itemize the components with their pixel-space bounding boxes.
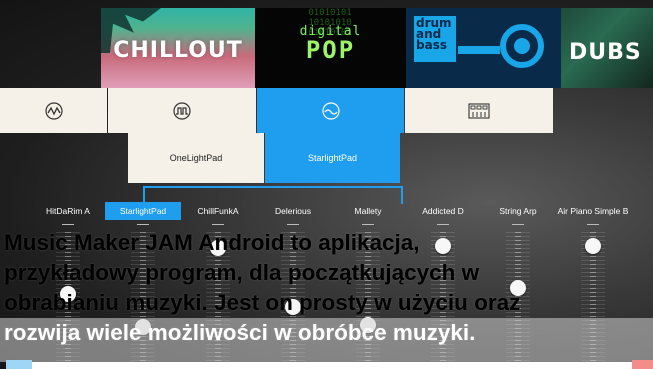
caption-text: Music Maker JAM Android to aplikacja, pr… bbox=[4, 228, 649, 348]
track-mute-dash bbox=[287, 224, 299, 225]
sound-option-row: OneLightPad StarlightPad bbox=[0, 133, 653, 183]
track-label[interactable]: Mallety bbox=[328, 206, 408, 216]
track-mute-dash bbox=[512, 224, 524, 225]
genre-card-dubstep[interactable]: DUBS bbox=[561, 8, 653, 88]
track-label[interactable]: ChillFunkA bbox=[178, 206, 258, 216]
track-mute-dash bbox=[437, 224, 449, 225]
instrument-tile-drums[interactable] bbox=[0, 88, 107, 133]
track-label[interactable]: Air Piano Simple B bbox=[553, 206, 633, 216]
genre-card-drum-and-bass[interactable]: drum and bass bbox=[406, 8, 561, 88]
track-mute-dash bbox=[62, 224, 74, 225]
genre-title: CHILLOUT bbox=[113, 38, 243, 63]
bottom-bar bbox=[32, 362, 632, 369]
track-mute-dash bbox=[362, 224, 374, 225]
track-label[interactable]: String Arp bbox=[478, 206, 558, 216]
dnb-connector-bar bbox=[458, 46, 500, 54]
genre-title: POP bbox=[305, 36, 356, 64]
genre-card-digital-pop[interactable]: 01010101 10101010 01010101 digital POP bbox=[255, 8, 406, 88]
genre-card-chillout[interactable]: CHILLOUT bbox=[101, 8, 255, 88]
caption-line: obrabianiu muzyki. Jest on prosty w użyc… bbox=[4, 290, 521, 315]
pad-wave-icon bbox=[321, 101, 340, 120]
genre-banner-row: CHILLOUT 01010101 10101010 01010101 digi… bbox=[0, 8, 653, 88]
instrument-tile-keys[interactable] bbox=[405, 88, 553, 133]
track-mute-dash bbox=[212, 224, 224, 225]
track-mute-dash bbox=[587, 224, 599, 225]
wave-zigzag-icon bbox=[44, 101, 63, 120]
left-color-marker bbox=[6, 360, 32, 369]
track-label[interactable]: Delerious bbox=[253, 206, 333, 216]
instrument-tile-pads[interactable] bbox=[257, 88, 404, 133]
right-color-marker bbox=[632, 360, 653, 369]
instrument-tile-row bbox=[0, 88, 653, 133]
track-label[interactable]: StarlightPad bbox=[105, 202, 181, 220]
sound-option-label: OneLightPad bbox=[169, 153, 223, 163]
track-label[interactable]: Addicted D bbox=[403, 206, 483, 216]
caption-line: rozwija wiele możliwości w obróbce muzyk… bbox=[4, 320, 476, 345]
genre-title-line: bass bbox=[416, 38, 447, 52]
wave-square-icon bbox=[173, 101, 191, 120]
caption-line: przykładowy program, dla początkujących … bbox=[4, 260, 480, 285]
genre-title: drum and bass bbox=[416, 17, 456, 52]
track-label[interactable]: HitDaRim A bbox=[28, 206, 108, 216]
genre-title: DUBS bbox=[569, 40, 642, 65]
dnb-gear-center bbox=[514, 38, 530, 54]
sound-option-label: StarlightPad bbox=[307, 153, 358, 163]
instrument-tile-bass[interactable] bbox=[108, 88, 256, 133]
caption-line: Music Maker JAM Android to aplikacja, bbox=[4, 230, 420, 255]
track-mute-dash bbox=[137, 224, 149, 225]
sound-option-onelightpad[interactable]: OneLightPad bbox=[128, 133, 264, 183]
keyboard-icon bbox=[468, 102, 490, 119]
sound-option-starlightpad[interactable]: StarlightPad bbox=[265, 133, 400, 183]
